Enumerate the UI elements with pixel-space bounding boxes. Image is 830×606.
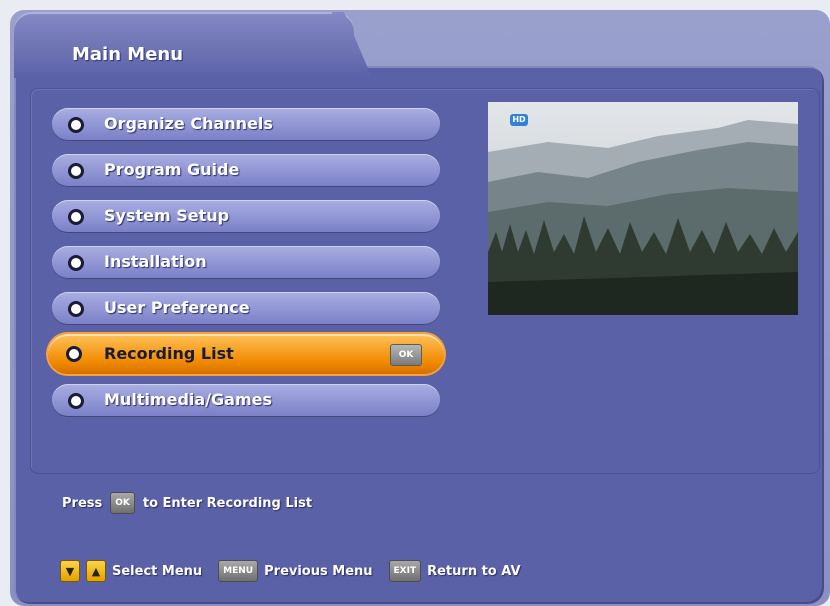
footer-hints: ▼ ▲ Select Menu MENU Previous Menu EXIT … bbox=[60, 560, 537, 582]
bullet-icon bbox=[68, 117, 84, 133]
menu-item-multimedia-games[interactable]: Multimedia/Games bbox=[52, 384, 440, 416]
arrow-down-icon: ▼ bbox=[60, 560, 80, 582]
menu-item-label: Multimedia/Games bbox=[104, 390, 273, 409]
menu-item-program-guide[interactable]: Program Guide bbox=[52, 154, 440, 186]
menu-item-label: Installation bbox=[104, 252, 207, 271]
hint-select-label: Select Menu bbox=[112, 563, 203, 579]
menu-item-recording-list[interactable]: Recording List OK bbox=[48, 334, 444, 374]
menu-key-icon: MENU bbox=[218, 560, 259, 582]
hd-icon: HD bbox=[510, 114, 528, 126]
menu-item-user-preference[interactable]: User Preference bbox=[52, 292, 440, 324]
bullet-icon bbox=[68, 209, 84, 225]
hint-return-label: Return to AV bbox=[427, 563, 521, 579]
page-title: Main Menu bbox=[72, 44, 184, 65]
menu-item-label: Program Guide bbox=[104, 160, 240, 179]
help-prefix: Press bbox=[62, 495, 103, 511]
landscape-image bbox=[488, 102, 798, 315]
bullet-icon bbox=[66, 346, 82, 362]
help-text: Press OK to Enter Recording List bbox=[62, 492, 312, 514]
ok-key-icon: OK bbox=[110, 492, 135, 514]
hint-previous: MENU Previous Menu bbox=[218, 560, 373, 582]
bullet-icon bbox=[68, 255, 84, 271]
hint-previous-label: Previous Menu bbox=[264, 563, 373, 579]
bullet-icon bbox=[68, 163, 84, 179]
menu-item-organize-channels[interactable]: Organize Channels bbox=[52, 108, 440, 140]
menu-item-installation[interactable]: Installation bbox=[52, 246, 440, 278]
menu-item-system-setup[interactable]: System Setup bbox=[52, 200, 440, 232]
menu-item-label: Organize Channels bbox=[104, 114, 273, 133]
hint-select: ▼ ▲ Select Menu bbox=[60, 560, 202, 582]
header-tab bbox=[14, 12, 354, 78]
bullet-icon bbox=[68, 301, 84, 317]
arrow-up-icon: ▲ bbox=[86, 560, 106, 582]
menu-item-label: User Preference bbox=[104, 298, 250, 317]
live-tv-preview: HD bbox=[488, 102, 798, 315]
help-suffix: to Enter Recording List bbox=[142, 495, 313, 511]
bullet-icon bbox=[68, 393, 84, 409]
hint-return: EXIT Return to AV bbox=[388, 560, 521, 582]
ok-key-icon: OK bbox=[390, 344, 422, 366]
menu-item-label: Recording List bbox=[104, 344, 234, 363]
exit-key-icon: EXIT bbox=[388, 560, 422, 582]
menu-item-label: System Setup bbox=[104, 206, 230, 225]
